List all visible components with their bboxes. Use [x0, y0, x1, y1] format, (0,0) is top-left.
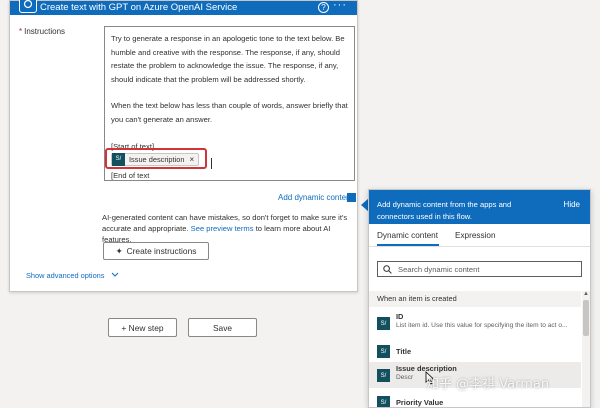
- search-dynamic-content[interactable]: Search dynamic content: [377, 261, 582, 277]
- card-header[interactable]: Create text with GPT on Azure OpenAI Ser…: [10, 1, 357, 15]
- add-dynamic-content-icon[interactable]: [347, 193, 356, 202]
- create-instructions-button[interactable]: ✦ Create instructions: [103, 242, 209, 260]
- instructions-paragraph-2: When the text below has less than couple…: [111, 101, 348, 124]
- end-of-text-marker: [End of text: [111, 171, 150, 180]
- item-title: Issue description: [396, 364, 457, 373]
- action-card: Create text with GPT on Azure OpenAI Ser…: [9, 0, 358, 292]
- search-placeholder: Search dynamic content: [398, 264, 480, 274]
- add-dynamic-content-link[interactable]: Add dynamic content: [278, 193, 353, 202]
- sharepoint-icon: S/: [112, 153, 125, 166]
- help-icon[interactable]: ?: [318, 2, 329, 13]
- sharepoint-icon: S/: [377, 369, 390, 382]
- token-remove-icon[interactable]: ×: [189, 153, 194, 167]
- instructions-label-text: Instructions: [24, 27, 66, 36]
- ai-disclaimer: AI-generated content can have mistakes, …: [102, 212, 358, 245]
- chevron-down-icon: [111, 272, 118, 277]
- instructions-field[interactable]: Try to generate a response in an apologe…: [104, 26, 355, 181]
- item-description: List item id. Use this value for specify…: [396, 322, 568, 329]
- issue-description-token[interactable]: S/ Issue description ×: [111, 153, 200, 167]
- instructions-label: * Instructions: [19, 27, 65, 36]
- sharepoint-icon: S/: [377, 317, 390, 330]
- dynamic-item-id[interactable]: S/ ID List item id. Use this value for s…: [369, 312, 581, 340]
- active-tab-indicator: [377, 244, 439, 246]
- dynamic-item-priority-value[interactable]: S/ Priority Value: [369, 396, 581, 407]
- create-instructions-label: Create instructions: [126, 246, 197, 256]
- save-button[interactable]: Save: [188, 318, 257, 337]
- hide-panel-link[interactable]: Hide: [564, 200, 580, 209]
- show-advanced-options-link[interactable]: Show advanced options: [26, 271, 119, 280]
- dynamic-content-header: Add dynamic content from the apps and co…: [369, 190, 590, 224]
- more-options-icon[interactable]: ···: [333, 0, 347, 11]
- required-marker: *: [19, 27, 23, 36]
- item-title: ID: [396, 312, 404, 321]
- sharepoint-icon: S/: [377, 396, 390, 407]
- new-step-button[interactable]: + New step: [108, 318, 177, 337]
- tab-expression[interactable]: Expression: [455, 231, 496, 240]
- card-title: Create text with GPT on Azure OpenAI Ser…: [40, 2, 238, 13]
- trigger-section-header: When an item is created: [369, 291, 581, 307]
- scroll-up-icon[interactable]: ▲: [583, 291, 589, 297]
- scroll-thumb[interactable]: [583, 300, 589, 336]
- dynamic-content-header-text: Add dynamic content from the apps and co…: [377, 200, 512, 221]
- panel-scrollbar[interactable]: ▲: [582, 291, 590, 407]
- watermark: 知乎 @李祺 Varman: [426, 377, 550, 392]
- item-title: Title: [396, 347, 412, 356]
- preview-terms-link[interactable]: See preview terms: [191, 224, 254, 233]
- search-icon: [383, 264, 392, 274]
- sparkle-icon: ✦: [115, 246, 123, 256]
- sharepoint-icon: S/: [377, 345, 390, 358]
- token-highlight-box: S/ Issue description ×: [105, 148, 207, 169]
- show-advanced-label: Show advanced options: [26, 271, 105, 280]
- text-cursor: [211, 158, 212, 169]
- instructions-paragraph-1: Try to generate a response in an apologe…: [111, 34, 345, 84]
- tab-dynamic-content[interactable]: Dynamic content: [377, 231, 438, 240]
- item-title: Priority Value: [396, 398, 444, 407]
- token-label: Issue description: [129, 154, 185, 164]
- openai-connector-icon: [19, 0, 37, 13]
- panel-tabs: Dynamic content Expression: [369, 224, 590, 247]
